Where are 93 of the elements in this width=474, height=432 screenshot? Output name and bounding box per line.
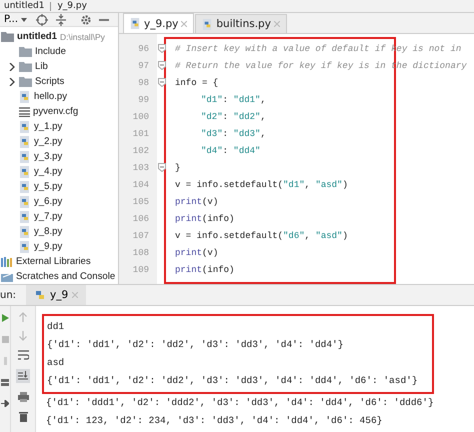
soft-wrap-icon[interactable] [18, 350, 28, 360]
code-line: print(info) [175, 264, 234, 274]
print-icon[interactable] [18, 392, 28, 402]
tree-item[interactable]: Scratches and Console [16, 271, 116, 282]
tree-item[interactable]: Include [35, 46, 66, 57]
line-number: 104 [132, 180, 149, 190]
code-line: print(v) [175, 248, 218, 258]
line-number: 106 [132, 214, 149, 224]
python-file-icon [19, 90, 31, 102]
folder-icon [19, 62, 32, 72]
rerun-icon[interactable] [2, 314, 8, 322]
tree-item[interactable]: hello.py [34, 91, 68, 102]
tree-item[interactable]: y_8.py [34, 226, 62, 237]
python-file-icon [19, 226, 31, 238]
code-line: "d1": "dd1", [200, 94, 266, 104]
python-file-icon [130, 18, 141, 29]
editor-tab[interactable]: y_9.py [123, 13, 194, 33]
python-file-icon [19, 166, 31, 178]
output-line: {'d1': 'dd1', 'd2': 'dd2', 'd3': 'dd3', 'd4': 'dd4', 'd6': 'asd'} [47, 374, 419, 388]
code-line: print(info) [175, 214, 234, 224]
code-line: v = info.setdefault("d6", "asd") [175, 230, 348, 240]
code-line: print(v) [175, 196, 218, 206]
line-number: 101 [132, 128, 149, 138]
line-number: 97 [137, 60, 149, 70]
scroll-to-end-icon[interactable] [16, 369, 30, 383]
pin-icon[interactable] [1, 400, 9, 407]
tree-item[interactable]: Lib [35, 61, 48, 72]
python-file-icon [202, 18, 214, 30]
code-line: "d4": "dd4" [200, 146, 260, 156]
run-tab[interactable]: y_9 [26, 285, 86, 305]
code-line: "d3": "dd3", [200, 128, 266, 138]
python-file-icon [19, 150, 31, 162]
layout-icon[interactable] [1, 379, 9, 386]
python-icon [34, 289, 46, 301]
editor-tab[interactable]: builtins.py [195, 14, 287, 33]
line-number: 98 [137, 78, 149, 88]
output-line: dd1 [47, 320, 66, 334]
tree-item[interactable]: External Libraries [16, 256, 91, 267]
line-number: 96 [137, 44, 149, 54]
tree-item[interactable]: y_3.py [34, 151, 62, 162]
breadcrumb-separator [50, 2, 52, 10]
line-number: 99 [137, 94, 149, 104]
tree-item[interactable]: y_7.py [34, 211, 62, 222]
library-icon [1, 256, 13, 266]
settings-icon[interactable] [80, 14, 92, 26]
trash-icon[interactable] [18, 411, 28, 422]
tree-item[interactable]: y_4.py [34, 166, 62, 177]
minimize-icon[interactable] [99, 18, 110, 20]
code-line: v = info.setdefault("d1", "asd") [175, 180, 348, 190]
output-line: {'d1': 123, 'd2': 234, 'd3': 'dd3', 'd4': 'dd4', 'd6': 456} [45, 414, 384, 428]
tree-item[interactable]: untitled1 [17, 31, 57, 42]
folder-path: D:\install\Py [60, 32, 105, 42]
line-number: 102 [132, 146, 149, 156]
tree-item[interactable]: y_1.py [34, 121, 62, 132]
output-line: asd [47, 356, 66, 370]
line-number: 100 [132, 112, 149, 122]
run-label: un: [0, 290, 16, 300]
line-number: 105 [132, 196, 149, 206]
folder-icon [19, 46, 32, 56]
line-number: 103 [132, 162, 149, 172]
code-line: info = { [175, 78, 218, 88]
python-file-icon [19, 210, 31, 222]
python-file-icon [19, 240, 31, 252]
collapse-icon[interactable] [55, 14, 68, 26]
python-file-icon [19, 196, 31, 208]
tree-item[interactable]: y_9.py [34, 241, 62, 252]
code-line: "d2": "dd2", [200, 112, 266, 122]
output-line: {'d1': 'ddd1', 'd2': 'ddd2', 'd3': 'dd3', 'd4': 'dd4', 'd6': 'ddd6'} [45, 396, 435, 410]
python-file-icon [19, 180, 31, 192]
caret-icon [21, 18, 28, 22]
fold-marker-icon[interactable] [158, 44, 166, 53]
folder-icon [19, 76, 32, 86]
fold-marker-icon[interactable] [158, 163, 166, 172]
tree-item[interactable]: Scripts [35, 76, 64, 87]
python-file-icon [19, 120, 31, 132]
folder-icon [1, 32, 14, 42]
fold-marker-icon[interactable] [158, 61, 166, 70]
text-file-icon [19, 106, 30, 116]
line-number: 109 [132, 264, 149, 274]
code-line: } [175, 162, 180, 172]
python-file-icon [19, 136, 31, 148]
line-number: 108 [132, 248, 149, 258]
fold-marker-icon[interactable] [158, 78, 166, 87]
project-view-dropdown[interactable]: P... [2, 14, 30, 25]
output-line: {'d1': 'dd1', 'd2': 'dd2', 'd3': 'dd3', 'd4': 'dd4'} [47, 338, 344, 352]
tree-item[interactable]: y_2.py [34, 136, 62, 147]
breadcrumb-item[interactable]: y_9.py [57, 0, 87, 12]
tree-item[interactable]: y_6.py [34, 196, 62, 207]
tree-item[interactable]: pyvenv.cfg [33, 106, 78, 117]
breadcrumb-item[interactable]: untitled1 [4, 0, 44, 12]
tree-item[interactable]: y_5.py [34, 181, 62, 192]
target-icon[interactable] [36, 14, 48, 26]
line-number: 107 [132, 230, 149, 240]
